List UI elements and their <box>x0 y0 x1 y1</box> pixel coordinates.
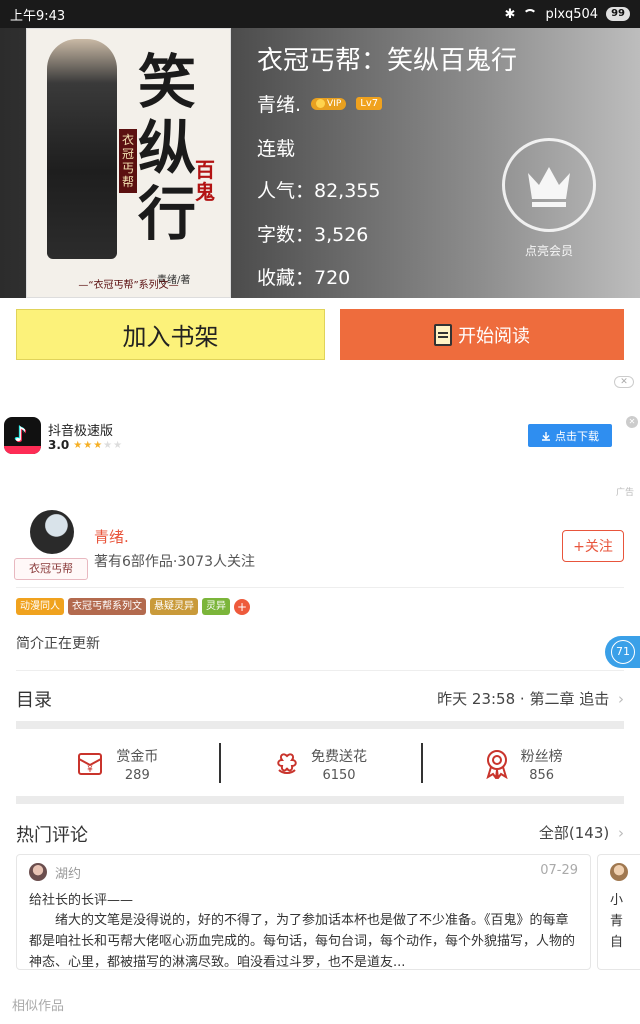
ad-app-name: 抖音极速版 <box>48 424 114 439</box>
vip-coin-icon <box>316 99 326 108</box>
member-label: 点亮会员 <box>524 244 573 258</box>
book-popularity: 人气：82,355 <box>257 180 381 202</box>
vip-badge: VIP <box>311 97 347 110</box>
toc-title[interactable]: 目录 <box>16 686 52 712</box>
red-envelope-icon: ¥ <box>78 753 103 775</box>
book-status: 连载 <box>257 138 296 160</box>
author-avatar[interactable] <box>30 510 74 554</box>
book-favorites: 收藏：720 <box>257 267 351 289</box>
ad-label: 广告 <box>615 488 634 498</box>
chevron-right-icon: › <box>618 824 624 842</box>
toc-latest-chapter[interactable]: 昨天 23:58 · 第二章 追击 › <box>437 688 624 709</box>
author-meta: 著有6部作品·3073人关注 <box>94 554 255 570</box>
crown-icon <box>528 167 570 207</box>
app-logo-ribbon <box>4 446 41 454</box>
divider <box>16 587 624 588</box>
section-separator <box>16 796 624 804</box>
avatar-tag: 衣冠丐帮 <box>14 558 88 580</box>
all-comments-label: 全部(143) <box>538 824 610 842</box>
app-logo-icon: ♪ <box>4 417 41 454</box>
fan-ranking-button[interactable]: 粉丝榜 856 <box>421 737 624 791</box>
commenter-avatar <box>610 863 628 881</box>
cover-figure <box>47 39 117 259</box>
tag-item[interactable]: 悬疑灵异 <box>150 598 198 615</box>
bluetooth-icon: ✱ <box>504 6 516 22</box>
follow-button[interactable]: +关注 <box>562 530 624 562</box>
cover-red-title: 百鬼 <box>195 158 215 204</box>
stat-value: 6150 <box>322 767 356 783</box>
tag-item[interactable]: 灵异 <box>202 598 230 615</box>
send-flower-button[interactable]: 免费送花 6150 <box>218 737 422 791</box>
comment-card-peek[interactable]: 小 青 自 <box>597 854 640 970</box>
book-header: 笑纵行 衣冠丐帮 百鬼 青绪/著 —“衣冠丐帮”系列文— 衣冠丐帮：笑纵百鬼行 … <box>0 28 640 298</box>
music-note-icon: ♪ <box>14 422 27 446</box>
ad-rating-value: 3.0 <box>48 438 70 452</box>
commenter-name[interactable]: 湖约 <box>55 863 81 882</box>
comment-peek-text: 自 <box>610 935 624 950</box>
author-name[interactable]: 青绪. <box>94 526 129 547</box>
stat-value: 289 <box>124 767 150 783</box>
start-reading-button[interactable]: 开始阅读 <box>340 309 624 360</box>
floating-counter: 71 <box>611 640 635 664</box>
book-title: 衣冠丐帮：笑纵百鬼行 <box>257 46 518 76</box>
floating-counter-button[interactable]: 71 <box>605 636 640 668</box>
all-comments-link[interactable]: 全部(143) › <box>539 822 624 843</box>
stat-label: 粉丝榜 <box>520 748 563 765</box>
star-rating-icon: ★★★★★ <box>73 439 124 451</box>
hot-comments-title: 热门评论 <box>16 825 88 846</box>
comment-card[interactable]: 湖约 07-29 给社长的长评—— 绪大的文笔是没得说的，好的不得了，为了参加话… <box>16 854 591 970</box>
toc-latest-label: 昨天 23:58 · 第二章 追击 <box>437 690 610 708</box>
reward-coins-button[interactable]: ¥ 赏金币 289 <box>16 737 219 791</box>
stat-label: 免费送花 <box>311 748 367 765</box>
ad-download-label: 点击下载 <box>555 429 599 443</box>
tag-item[interactable]: 动漫同人 <box>16 598 64 615</box>
member-button[interactable] <box>502 138 596 232</box>
comment-date: 07-29 <box>540 863 578 878</box>
cover-series: —“衣冠丐帮”系列文— <box>78 280 179 291</box>
download-icon <box>542 431 550 441</box>
level-badge: Lv7 <box>356 97 383 110</box>
comment-heading: 给社长的长评—— <box>29 893 134 908</box>
book-author-row[interactable]: 青绪. VIP Lv7 <box>257 90 383 117</box>
ad-banner[interactable]: ✕ ♪ 抖音极速版 3.0 ★★★★★ 点击下载 ✕ 广告 <box>0 372 640 504</box>
book-cover[interactable]: 笑纵行 衣冠丐帮 百鬼 青绪/著 —“衣冠丐帮”系列文— <box>26 28 231 298</box>
status-bar: 上午9:43 ✱ plxq504 99 <box>0 0 640 28</box>
book-words: 字数：3,526 <box>257 224 369 246</box>
add-tag-icon[interactable]: + <box>234 598 250 615</box>
battery-icon: 99 <box>606 7 630 21</box>
similar-works-title: 相似作品 <box>12 999 65 1014</box>
stats-row: ¥ 赏金币 289 免费送花 6150 粉丝榜 856 <box>16 737 624 791</box>
cover-series-tag: 衣冠丐帮 <box>119 129 137 193</box>
tag-list: 动漫同人 衣冠丐帮系列文 悬疑灵异 灵异 + <box>16 598 250 615</box>
add-to-shelf-button[interactable]: 加入书架 <box>16 309 325 360</box>
section-separator <box>16 721 624 729</box>
wifi-icon <box>523 9 538 19</box>
svg-text:¥: ¥ <box>87 765 93 775</box>
carrier-name: plxq504 <box>545 6 599 22</box>
start-reading-label: 开始阅读 <box>458 325 530 347</box>
divider <box>16 670 624 671</box>
status-time: 上午9:43 <box>10 8 66 24</box>
medal-icon <box>486 750 508 779</box>
comment-peek-text: 青 <box>610 914 624 929</box>
flower-icon <box>277 753 297 774</box>
commenter-avatar[interactable] <box>29 863 47 881</box>
comment-body: 绪大的文笔是没得说的，好的不得了，为了参加话本杯也是做了不少准备。《百鬼》的每章… <box>29 913 576 970</box>
ad-download-button[interactable]: 点击下载 <box>528 424 612 447</box>
ad-dismiss-icon[interactable]: ✕ <box>626 416 638 428</box>
comment-peek-text: 小 <box>610 893 624 908</box>
ad-close-icon[interactable]: ✕ <box>614 376 634 388</box>
book-intro: 简介正在更新 <box>16 636 100 652</box>
vip-label: VIP <box>327 98 342 109</box>
tag-item[interactable]: 衣冠丐帮系列文 <box>68 598 146 615</box>
chevron-right-icon: › <box>618 690 624 708</box>
ad-rating: 3.0 ★★★★★ <box>48 438 123 452</box>
stat-value: 856 <box>529 767 555 783</box>
book-icon <box>434 323 452 346</box>
stat-label: 赏金币 <box>116 748 159 765</box>
book-author[interactable]: 青绪. <box>257 90 301 117</box>
